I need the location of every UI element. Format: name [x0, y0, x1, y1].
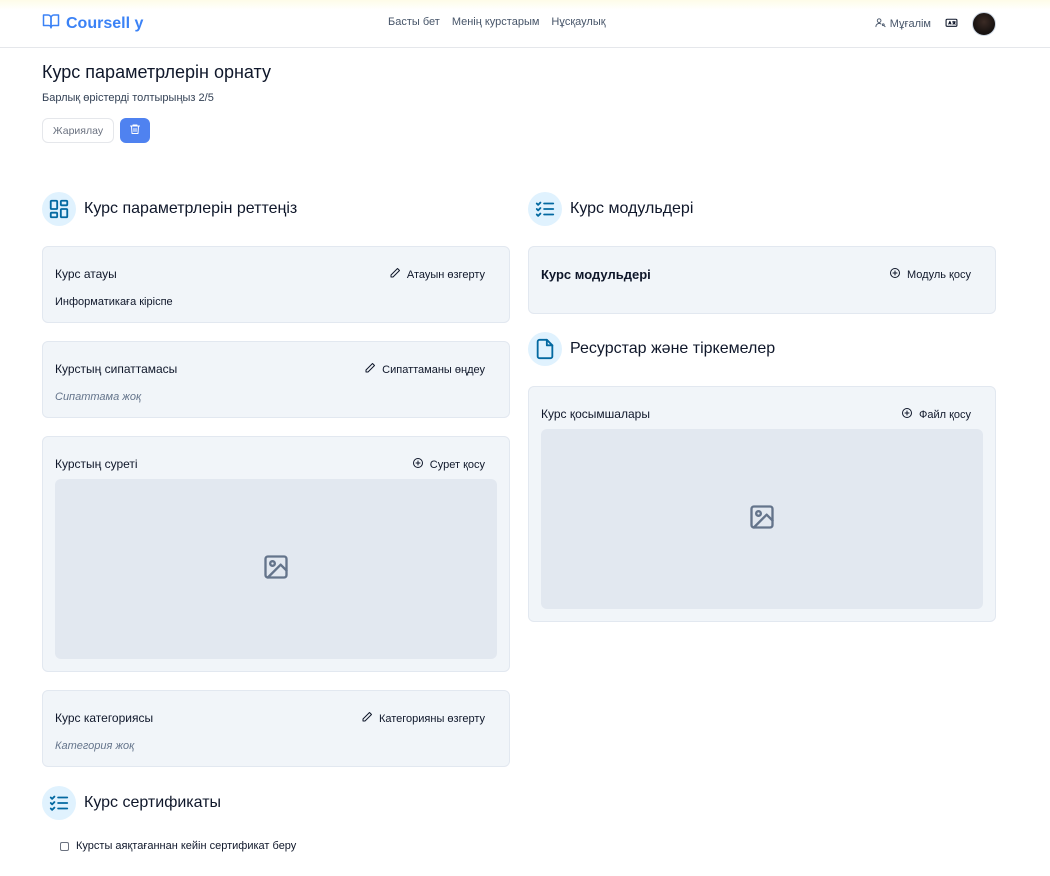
course-category-card: Курс категориясы Категорияны өзгерту Кат…	[42, 690, 510, 767]
main-nav: Басты бет Менің курстарым Нұсқаулық	[388, 16, 606, 28]
image-icon	[748, 503, 776, 536]
course-name-value: Информатикаға кіріспе	[55, 296, 173, 308]
card-label: Курс модульдері	[541, 267, 651, 282]
card-label: Курс категориясы	[55, 711, 154, 725]
course-image-card: Курстың суреті Сурет қосу	[42, 436, 510, 672]
card-label: Курстың сипаттамасы	[55, 362, 178, 376]
pencil-icon	[389, 267, 401, 282]
logo-text: Coursell y	[66, 14, 144, 32]
category-empty: Категория жоқ	[55, 740, 135, 752]
action-label: Атауын өзгерту	[406, 268, 485, 281]
nav-home[interactable]: Басты бет	[388, 16, 440, 28]
section-title: Ресурстар және тіркемелер	[570, 340, 776, 357]
list-checks-icon	[42, 786, 76, 820]
plus-circle-icon	[901, 407, 913, 422]
role-label: Мұғалім	[889, 18, 931, 30]
section-title: Курс параметрлерін реттеңіз	[84, 200, 298, 217]
section-title: Курс модульдері	[570, 200, 694, 217]
pencil-icon	[361, 711, 373, 726]
nav-my-courses[interactable]: Менің курстарым	[452, 16, 540, 28]
publish-button[interactable]: Жариялау	[42, 118, 114, 143]
plus-circle-icon	[889, 267, 901, 282]
layout-dashboard-icon	[42, 192, 76, 226]
certificate-checkbox-label: Курсты аяқтағаннан кейін сертификат беру	[76, 840, 297, 852]
edit-name-button[interactable]: Атауын өзгерту	[389, 267, 485, 282]
course-description-card: Курстың сипаттамасы Сипаттаманы өңдеу Си…	[42, 341, 510, 418]
image-placeholder[interactable]	[55, 479, 497, 659]
nav-guide[interactable]: Нұсқаулық	[551, 16, 605, 28]
page-subtitle: Барлық өрістерді толтырыңыз 2/5	[42, 92, 214, 104]
user-key-icon	[875, 17, 886, 31]
edit-description-button[interactable]: Сипаттаманы өңдеу	[364, 362, 485, 377]
language-icon[interactable]	[945, 16, 958, 32]
role-switch[interactable]: Мұғалім	[875, 17, 931, 31]
top-navbar: Coursell y Басты бет Менің курстарым Нұс…	[0, 0, 1050, 48]
action-label: Категорияны өзгерту	[378, 712, 485, 725]
action-label: Модуль қосу	[907, 268, 971, 281]
delete-button[interactable]	[120, 118, 150, 143]
course-modules-card: Курс модульдері Модуль қосу	[528, 246, 996, 314]
card-label: Курс атауы	[55, 267, 117, 281]
avatar[interactable]	[972, 12, 996, 36]
attachments-placeholder[interactable]	[541, 429, 983, 609]
card-label: Курс қосымшалары	[541, 407, 650, 421]
trash-icon	[129, 122, 141, 140]
edit-category-button[interactable]: Категорияны өзгерту	[361, 711, 485, 726]
action-label: Сипаттаманы өңдеу	[382, 363, 485, 376]
certificate-checkbox-row[interactable]: Курсты аяқтағаннан кейін сертификат беру	[60, 840, 296, 852]
section-certificate: Курс сертификаты	[42, 786, 221, 820]
add-module-button[interactable]: Модуль қосу	[889, 267, 971, 282]
course-attachments-card: Курс қосымшалары Файл қосу	[528, 386, 996, 622]
add-file-button[interactable]: Файл қосу	[901, 407, 971, 422]
add-image-button[interactable]: Сурет қосу	[412, 457, 485, 472]
plus-circle-icon	[412, 457, 424, 472]
section-modules: Курс модульдері	[528, 192, 693, 226]
card-label: Курстың суреті	[55, 457, 138, 471]
image-icon	[262, 553, 290, 586]
course-name-card: Курс атауы Атауын өзгерту Информатикаға …	[42, 246, 510, 323]
certificate-checkbox[interactable]	[60, 841, 69, 851]
list-checks-icon	[528, 192, 562, 226]
app-logo[interactable]: Coursell y	[42, 12, 143, 35]
book-icon	[42, 12, 60, 35]
description-empty: Сипаттама жоқ	[55, 391, 142, 403]
pencil-icon	[364, 362, 376, 377]
file-icon	[528, 332, 562, 366]
section-title: Курс сертификаты	[84, 794, 222, 811]
section-resources: Ресурстар және тіркемелер	[528, 332, 775, 366]
page-title: Курс параметрлерін орнату	[42, 62, 271, 82]
action-label: Файл қосу	[918, 408, 971, 421]
action-label: Сурет қосу	[429, 458, 485, 471]
user-area: Мұғалім	[875, 12, 996, 36]
section-course-settings: Курс параметрлерін реттеңіз	[42, 192, 297, 226]
